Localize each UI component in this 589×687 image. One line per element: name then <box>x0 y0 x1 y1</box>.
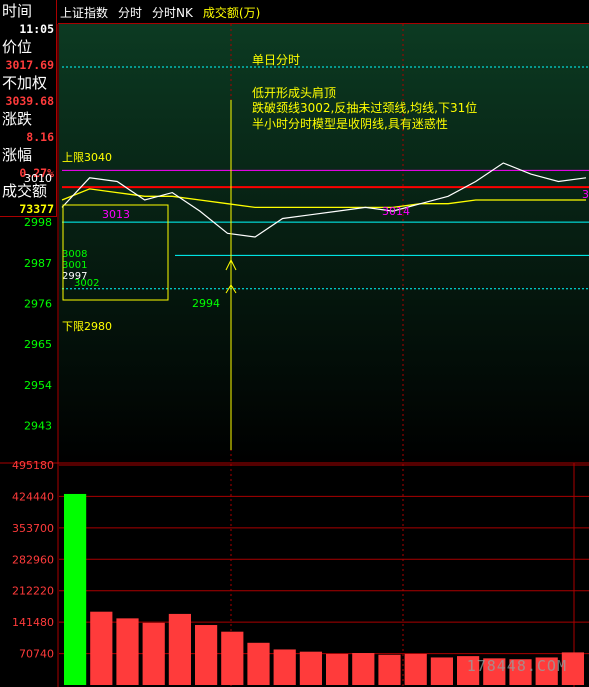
vol-tick-4: 353700 <box>12 522 54 535</box>
annotation-title: 单日分时 <box>252 53 300 67</box>
volume-bar <box>116 618 139 685</box>
vol-tick-6: 495180 <box>12 459 54 472</box>
volume-bar <box>142 622 165 685</box>
volume-bar <box>247 642 270 685</box>
price-tick-0: 2943 <box>24 419 52 432</box>
annotation-line2: 跌破颈线3002,反抽未过颈线,均线,下31位 <box>252 100 477 115</box>
annotation-line3: 半小时分时模型是收阴线,具有迷惑性 <box>252 117 448 131</box>
price-tick-1: 2954 <box>24 379 52 392</box>
volume-bar <box>326 653 349 685</box>
box-label-2: 3001 <box>62 260 87 271</box>
edge-label: 30 <box>582 188 589 201</box>
watermark: 178448.COM <box>466 657 567 675</box>
lower-limit-label: 下限2980 <box>62 320 112 333</box>
vol-tick-2: 212220 <box>12 585 54 598</box>
volume-bar <box>430 657 453 685</box>
price-tick-5: 2998 <box>24 216 52 229</box>
vol-tick-5: 424440 <box>12 490 54 503</box>
y-axis-ticks: 2943 2954 2965 2976 2987 2998 3010 70740 141480 2… <box>12 172 54 661</box>
peak-right-label: 3014 <box>382 205 410 218</box>
volume-bar <box>273 649 296 685</box>
volume-bar <box>378 654 401 685</box>
price-tick-3: 2976 <box>24 297 52 310</box>
intraday-chart[interactable]: 2943 2954 2965 2976 2987 2998 3010 70740 141480 2… <box>0 0 589 687</box>
box-label-1: 3008 <box>62 249 87 260</box>
annotation-line1: 低开形成头肩顶 <box>252 85 336 100</box>
price-tick-6: 3010 <box>24 172 52 185</box>
vol-tick-1: 141480 <box>12 616 54 629</box>
vol-tick-3: 282960 <box>12 553 54 566</box>
box-label-4: 3002 <box>74 278 99 289</box>
price-tick-4: 2987 <box>24 257 52 270</box>
volume-bar <box>404 653 427 685</box>
volume-bar <box>195 625 218 685</box>
price-tick-2: 2965 <box>24 338 52 351</box>
volume-bar <box>64 493 87 685</box>
low-label: 2994 <box>192 297 220 310</box>
vol-tick-0: 70740 <box>19 648 54 661</box>
volume-bar <box>168 613 191 685</box>
volume-bar <box>90 611 113 685</box>
volume-bar <box>221 631 244 685</box>
volume-bar <box>352 653 375 685</box>
volume-bar <box>299 651 322 685</box>
upper-limit-label: 上限3040 <box>62 151 112 164</box>
peak-left-label: 3013 <box>102 208 130 221</box>
